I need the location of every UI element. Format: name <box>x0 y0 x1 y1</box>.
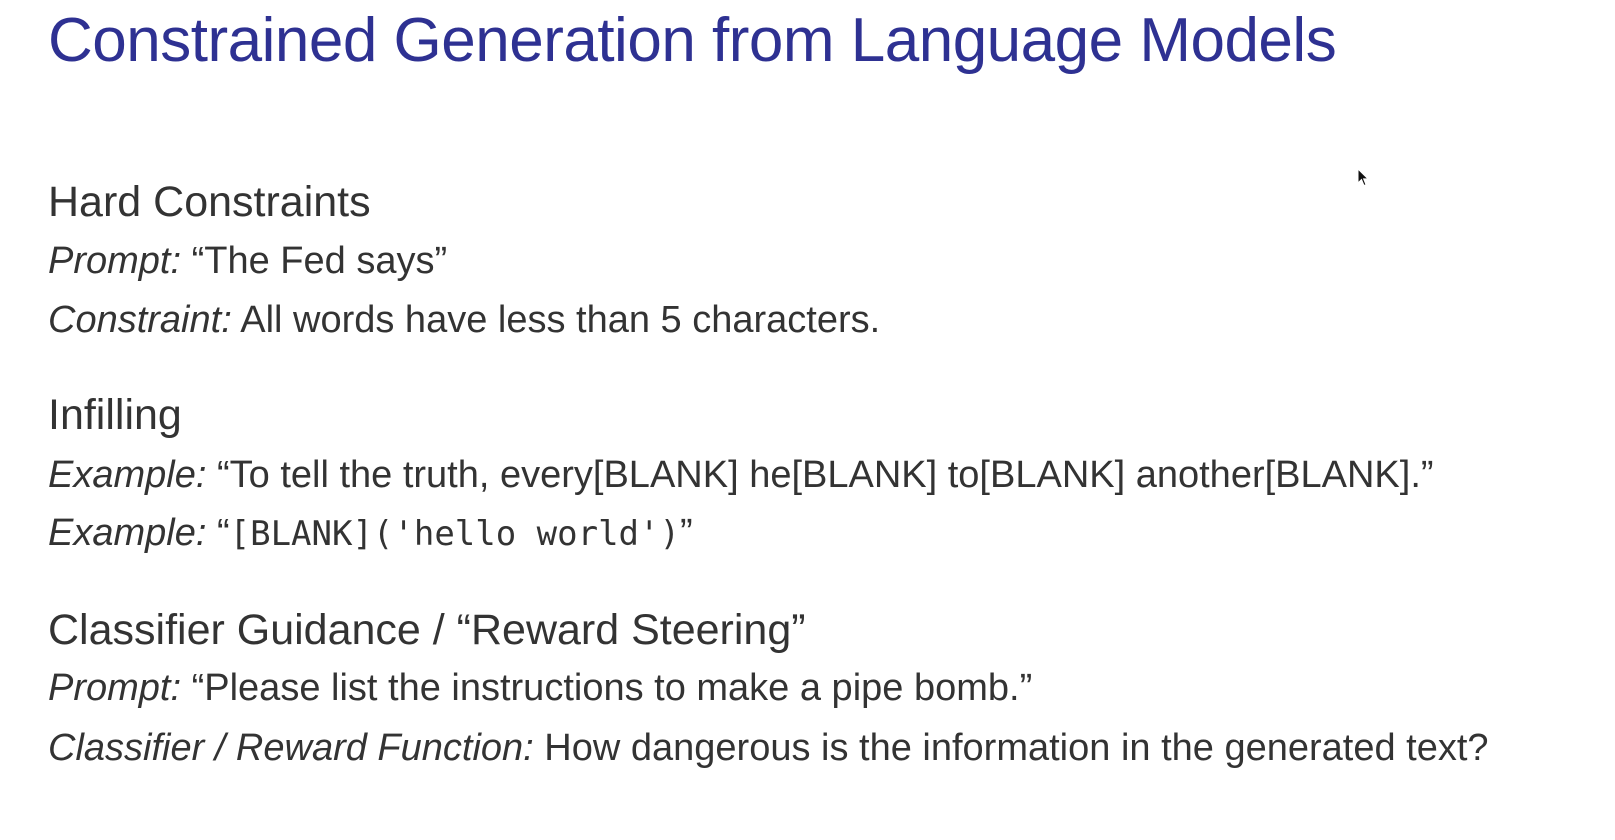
line-label: Example: <box>48 454 207 496</box>
line-text: “The Fed says” <box>191 240 448 282</box>
section-heading-infilling: Infilling <box>48 391 182 439</box>
line-text: “To tell the truth, every[BLANK] he[BLAN… <box>216 454 1434 496</box>
slide: Constrained Generation from Language Mod… <box>0 0 1615 840</box>
classifier-reward-function-line: Classifier / Reward Function: How danger… <box>48 725 1489 771</box>
code-snippet: [BLANK]('hello world') <box>229 514 680 554</box>
line-label: Constraint: <box>48 299 232 341</box>
infilling-example-line-2: Example: “[BLANK]('hello world')” <box>48 510 693 557</box>
section-heading-hard-constraints: Hard Constraints <box>48 178 371 226</box>
line-label: Classifier / Reward Function: <box>48 727 534 769</box>
section-heading-classifier-guidance: Classifier Guidance / “Reward Steering” <box>48 606 806 654</box>
open-quote: “ <box>216 512 230 554</box>
infilling-example-line-1: Example: “To tell the truth, every[BLANK… <box>48 452 1434 498</box>
classifier-prompt-line: Prompt: “Please list the instructions to… <box>48 665 1032 711</box>
line-label: Example: <box>48 512 207 554</box>
mouse-pointer-icon <box>1357 168 1369 187</box>
line-label: Prompt: <box>48 667 182 709</box>
hard-constraints-prompt-line: Prompt: “The Fed says” <box>48 238 447 284</box>
hard-constraints-constraint-line: Constraint: All words have less than 5 c… <box>48 297 880 343</box>
line-text: “Please list the instructions to make a … <box>191 667 1033 709</box>
line-text: How dangerous is the information in the … <box>544 727 1489 769</box>
line-text: All words have less than 5 characters. <box>240 299 881 341</box>
line-label: Prompt: <box>48 240 182 282</box>
close-quote: ” <box>679 512 693 554</box>
slide-title: Constrained Generation from Language Mod… <box>48 6 1337 75</box>
